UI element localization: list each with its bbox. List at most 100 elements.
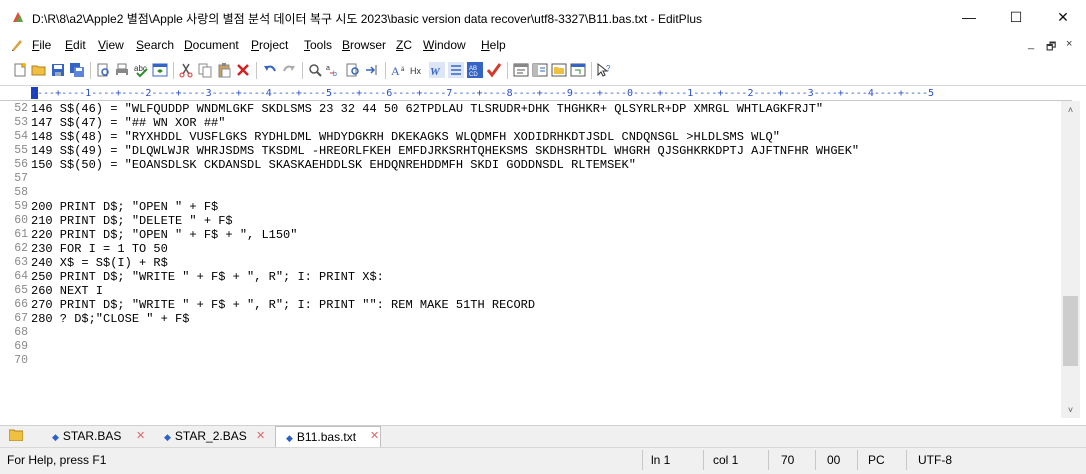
line-number: 53 bbox=[14, 116, 28, 129]
scroll-down-button[interactable]: ˅ bbox=[1061, 401, 1080, 418]
word-wrap-icon[interactable]: W bbox=[429, 62, 445, 78]
status-separator bbox=[703, 450, 704, 470]
minimize-button[interactable]: — bbox=[946, 0, 992, 34]
editplus-app-icon bbox=[13, 12, 23, 22]
code-line[interactable]: 220 PRINT D$; "OPEN " + F$ + ", L150" bbox=[31, 228, 1071, 242]
find-icon[interactable] bbox=[307, 62, 323, 78]
toolbar-separator bbox=[591, 62, 592, 79]
svg-text:W: W bbox=[430, 66, 441, 78]
line-number: 52 bbox=[14, 102, 28, 115]
close-button[interactable]: ✕ bbox=[1040, 0, 1086, 34]
print-preview-icon[interactable] bbox=[95, 62, 111, 78]
code-line[interactable] bbox=[31, 354, 1071, 368]
line-number-icon[interactable] bbox=[448, 62, 464, 78]
code-line[interactable] bbox=[31, 186, 1071, 200]
folder-icon[interactable] bbox=[9, 429, 23, 441]
paste-icon[interactable] bbox=[216, 62, 232, 78]
cut-icon[interactable] bbox=[178, 62, 194, 78]
tab-close-icon[interactable]: ✕ bbox=[256, 426, 265, 446]
line-number: 62 bbox=[14, 242, 28, 255]
code-line[interactable]: 150 S$(50) = "EOANSDLSK CKDANSDL SKASKAE… bbox=[31, 158, 1071, 172]
scroll-thumb[interactable] bbox=[1063, 296, 1078, 366]
new-file-icon[interactable] bbox=[12, 62, 28, 78]
svg-text:?: ? bbox=[606, 64, 611, 73]
code-line[interactable] bbox=[31, 340, 1071, 354]
code-line[interactable]: 147 S$(47) = "## WN XOR ##" bbox=[31, 116, 1071, 130]
mdi-restore-button[interactable]: 🗗 bbox=[1046, 38, 1056, 57]
status-encoding[interactable]: UTF-8 bbox=[918, 453, 952, 467]
document-icon: ◆ bbox=[286, 433, 293, 443]
code-line[interactable] bbox=[31, 326, 1071, 340]
menu-file[interactable]: File bbox=[32, 38, 51, 52]
check-icon[interactable] bbox=[486, 62, 502, 78]
menu-search[interactable]: Search bbox=[136, 38, 174, 52]
menu-help[interactable]: Help bbox=[481, 38, 506, 52]
hex-icon[interactable]: Hx bbox=[410, 62, 426, 78]
menu-view[interactable]: View bbox=[98, 38, 124, 52]
tab-star-bas[interactable]: ◆ STAR.BAS bbox=[52, 426, 124, 446]
code-line[interactable]: 240 X$ = S$(I) + R$ bbox=[31, 256, 1071, 270]
user-tool-icon[interactable] bbox=[513, 62, 529, 78]
menu-project[interactable]: Project bbox=[251, 38, 288, 52]
toolbar-separator bbox=[173, 62, 174, 79]
tab-b11-bas-txt[interactable]: ◆ B11.bas.txt bbox=[275, 426, 381, 447]
code-line[interactable]: 146 S$(46) = "WLFQUDDP WNDMLGKF SKDLSMS … bbox=[31, 102, 1071, 116]
mdi-minimize-button[interactable]: _ bbox=[1028, 38, 1034, 50]
menu-document[interactable]: Document bbox=[184, 38, 239, 52]
code-line[interactable]: 210 PRINT D$; "DELETE " + F$ bbox=[31, 214, 1071, 228]
column-select-icon[interactable]: ABCD bbox=[467, 62, 483, 78]
document-pen-icon bbox=[12, 40, 22, 51]
toolbar-separator bbox=[90, 62, 91, 79]
menu-zc[interactable]: ZC bbox=[396, 38, 412, 52]
directory-icon[interactable] bbox=[551, 62, 567, 78]
code-line[interactable] bbox=[31, 172, 1071, 186]
toolbar-separator bbox=[507, 62, 508, 79]
goto-icon[interactable] bbox=[364, 62, 380, 78]
code-line[interactable]: 149 S$(49) = "DLQWLWJR WHRJSDMS TKSDML -… bbox=[31, 144, 1071, 158]
code-line[interactable]: 250 PRINT D$; "WRITE " + F$ + ", R"; I: … bbox=[31, 270, 1071, 284]
menu-window[interactable]: Window bbox=[423, 38, 466, 52]
tab-close-icon[interactable]: ✕ bbox=[370, 426, 379, 446]
code-line[interactable]: 200 PRINT D$; "OPEN " + F$ bbox=[31, 200, 1071, 214]
find-in-files-icon[interactable] bbox=[345, 62, 361, 78]
line-number: 64 bbox=[14, 270, 28, 283]
code-line[interactable]: 270 PRINT D$; "WRITE " + F$ + ", R"; I: … bbox=[31, 298, 1071, 312]
mdi-close-button[interactable]: × bbox=[1066, 38, 1072, 50]
delete-icon[interactable] bbox=[235, 62, 251, 78]
print-icon[interactable] bbox=[114, 62, 130, 78]
spell-check-icon[interactable]: abc bbox=[133, 62, 149, 78]
browser-icon[interactable] bbox=[152, 62, 168, 78]
code-line[interactable]: 280 ? D$;"CLOSE " + F$ bbox=[31, 312, 1071, 326]
copy-icon[interactable] bbox=[197, 62, 213, 78]
tab-close-icon[interactable]: ✕ bbox=[136, 426, 145, 446]
code-line[interactable]: 260 NEXT I bbox=[31, 284, 1071, 298]
font-size-icon[interactable]: Aä bbox=[391, 62, 407, 78]
save-icon[interactable] bbox=[50, 62, 66, 78]
status-separator bbox=[768, 450, 769, 470]
undo-icon[interactable] bbox=[262, 62, 278, 78]
code-line[interactable]: 148 S$(48) = "RYXHDDL VUSFLGKS RYDHLDML … bbox=[31, 130, 1071, 144]
tab-star-2-bas[interactable]: ◆ STAR_2.BAS bbox=[164, 426, 247, 446]
maximize-button[interactable]: ☐ bbox=[993, 0, 1039, 34]
save-all-icon[interactable] bbox=[69, 62, 85, 78]
svg-text:CD: CD bbox=[469, 72, 478, 78]
document-tab-bar bbox=[0, 425, 1086, 447]
window-title: D:\R\8\a2\Apple2 별점\Apple 사랑의 별점 분석 데이터 … bbox=[32, 12, 703, 26]
menu-edit[interactable]: Edit bbox=[65, 38, 86, 52]
help-icon[interactable]: ? bbox=[596, 62, 612, 78]
toolbar-separator bbox=[302, 62, 303, 79]
code-line[interactable]: 230 FOR I = 1 TO 50 bbox=[31, 242, 1071, 256]
status-line: ln 1 bbox=[651, 453, 671, 467]
menu-browser[interactable]: Browser bbox=[342, 38, 386, 52]
cliptext-icon[interactable] bbox=[532, 62, 548, 78]
line-number: 68 bbox=[14, 326, 28, 339]
vertical-scrollbar[interactable]: ˄ ˅ bbox=[1061, 101, 1080, 418]
line-number: 70 bbox=[14, 354, 28, 367]
menu-tools[interactable]: Tools bbox=[304, 38, 332, 52]
open-file-icon[interactable] bbox=[31, 62, 47, 78]
scroll-up-button[interactable]: ˄ bbox=[1061, 101, 1080, 118]
column-ruler: ----+----1----+----2----+----3----+----4… bbox=[31, 88, 935, 99]
replace-icon[interactable]: ab bbox=[326, 62, 342, 78]
redo-icon[interactable] bbox=[281, 62, 297, 78]
full-screen-icon[interactable] bbox=[570, 62, 586, 78]
